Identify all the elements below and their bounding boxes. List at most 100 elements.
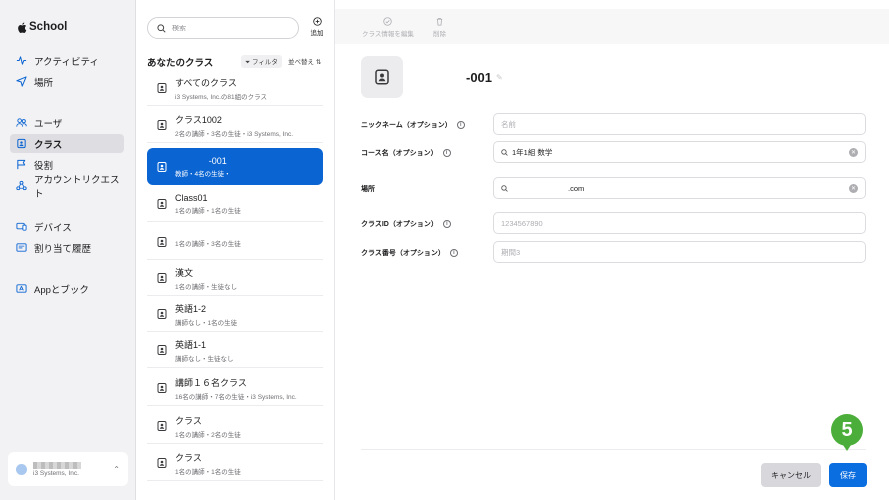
- class-list-item[interactable]: -001 教師・4名の生徒・: [147, 148, 323, 185]
- sidebar-item-assignment-history[interactable]: 割り当て履歴: [10, 238, 124, 257]
- info-icon[interactable]: i: [456, 121, 465, 129]
- step-badge-pointer: [841, 442, 853, 451]
- class-list-item[interactable]: クラス1002 2名の講師・3名の生徒・i3 Systems, Inc.: [147, 108, 323, 143]
- sidebar-item-apps-books[interactable]: Appとブック: [10, 279, 124, 298]
- pencil-icon[interactable]: ✎: [496, 73, 503, 82]
- class-icon: [157, 273, 167, 283]
- class-icon: [157, 458, 167, 468]
- clear-icon[interactable]: ✕: [849, 183, 858, 193]
- sidebar-item-location[interactable]: 場所: [10, 72, 124, 91]
- sort-button[interactable]: 並べ替え ⇅: [288, 56, 321, 66]
- class-title: Class01: [175, 193, 208, 203]
- class-icon: [375, 69, 389, 85]
- class-list-pane: 追加 あなたのクラス ⏷ フィルタ 並べ替え ⇅ すべてのクラス i3 Syste…: [136, 0, 335, 500]
- course-name-field[interactable]: ✕: [493, 141, 866, 163]
- brand-label: School: [29, 21, 68, 33]
- sort-label: 並べ替え: [288, 59, 314, 66]
- apple-logo-icon: [18, 21, 27, 33]
- class-avatar: [361, 56, 403, 98]
- sort-icon: ⇅: [315, 59, 322, 66]
- sidebar-item-devices[interactable]: デバイス: [10, 217, 124, 236]
- sidebar-item-label: デバイス: [34, 222, 72, 234]
- class-number-field[interactable]: [493, 241, 866, 263]
- search-field[interactable]: [147, 17, 299, 39]
- class-list-item[interactable]: クラス 1名の講師・1名の生徒: [147, 446, 323, 481]
- clear-icon[interactable]: ✕: [849, 147, 858, 157]
- list-title: あなたのクラス: [147, 58, 214, 69]
- class-id-label: クラスID（オプション） i: [361, 219, 451, 229]
- class-subtitle: 1名の講師・1名の生徒: [175, 208, 241, 215]
- class-icon: [157, 421, 167, 431]
- class-list-item[interactable]: 1名の講師・3名の生徒: [147, 225, 323, 260]
- footer-divider: [361, 449, 866, 450]
- class-subtitle: 1名の講師・2名の生徒: [175, 431, 241, 439]
- cancel-button[interactable]: キャンセル: [761, 463, 821, 487]
- avatar: [16, 463, 27, 475]
- class-icon: [157, 161, 167, 172]
- history-icon: [16, 243, 27, 252]
- class-icon: [157, 199, 167, 209]
- nickname-field[interactable]: [493, 113, 866, 135]
- class-title: クラス1002: [175, 114, 222, 125]
- course-name-input[interactable]: [512, 147, 845, 157]
- search-input[interactable]: [172, 24, 282, 32]
- location-icon: [16, 76, 27, 87]
- flag-icon: [17, 159, 26, 170]
- brand: School: [17, 21, 67, 33]
- sidebar-item-activity[interactable]: アクティビティ: [10, 51, 124, 70]
- nickname-label: ニックネーム（オプション） i: [361, 120, 465, 130]
- account-switcher[interactable]: i3 Systems, Inc. ⌃: [8, 452, 128, 486]
- class-name-heading[interactable]: -001 ✎: [466, 70, 503, 85]
- class-list-item[interactable]: 漢文 1名の講師・生徒なし: [147, 261, 323, 296]
- save-button[interactable]: 保存: [829, 463, 867, 487]
- class-subtitle: i3 Systems, Inc.の81組のクラス: [175, 93, 267, 101]
- class-subtitle: 教師・4名の生徒・: [175, 170, 231, 178]
- add-class-button[interactable]: 追加: [308, 17, 326, 37]
- sidebar-item-classes[interactable]: クラス: [10, 134, 124, 153]
- class-list-item[interactable]: 英語1-2 講師なし・1名の生徒: [147, 297, 323, 332]
- account-request-icon: [16, 180, 27, 191]
- class-number-input[interactable]: [501, 247, 858, 257]
- info-icon[interactable]: i: [442, 220, 451, 228]
- users-icon: [16, 118, 27, 127]
- class-list-item[interactable]: すべてのクラス i3 Systems, Inc.の81組のクラス: [147, 71, 323, 106]
- location-input[interactable]: [512, 183, 845, 193]
- account-name-redacted: [33, 461, 81, 469]
- filter-label: フィルタ: [252, 59, 278, 66]
- plus-circle-icon: [312, 17, 322, 26]
- add-label: 追加: [310, 30, 324, 37]
- sidebar-item-label: 割り当て履歴: [34, 243, 92, 255]
- filter-button[interactable]: ⏷ フィルタ: [241, 55, 282, 68]
- class-list-item[interactable]: 講師１６名クラス 16名の講師・7名の生徒・i3 Systems, Inc.: [147, 371, 323, 406]
- class-list-item[interactable]: Class01 1名の講師・1名の生徒: [147, 187, 323, 222]
- sidebar-item-account-requests[interactable]: アカウントリクエスト: [10, 175, 124, 200]
- class-subtitle: 講師なし・1名の生徒: [175, 319, 238, 327]
- search-icon: [157, 23, 166, 33]
- class-title: -001: [208, 155, 227, 166]
- checkmark-circle-icon: [383, 17, 393, 26]
- class-subtitle: 1名の講師・生徒なし: [175, 283, 238, 291]
- sidebar-item-users[interactable]: ユーザ: [10, 113, 124, 132]
- class-icon: [157, 237, 167, 247]
- info-icon[interactable]: i: [442, 149, 451, 157]
- class-icon: [157, 309, 167, 319]
- class-list-item[interactable]: 英語1-1 講師なし・生徒なし: [147, 333, 323, 368]
- delete-class-button[interactable]: 削除: [433, 17, 446, 38]
- course-name-label: コース名（オプション） i: [361, 148, 451, 158]
- nickname-input[interactable]: [501, 119, 858, 129]
- search-icon: [501, 184, 508, 192]
- class-id-field[interactable]: [493, 212, 866, 234]
- class-icon: [157, 83, 167, 93]
- class-subtitle: 2名の講師・3名の生徒・i3 Systems, Inc.: [175, 130, 294, 138]
- edit-class-button[interactable]: クラス情報を編集: [362, 17, 414, 38]
- class-title: クラス: [175, 415, 202, 426]
- class-id-input[interactable]: [501, 218, 858, 228]
- class-title: 英語1-2: [175, 303, 207, 314]
- location-field[interactable]: ✕: [493, 177, 866, 199]
- class-icon: [157, 345, 167, 355]
- sidebar-item-label: ユーザ: [34, 118, 63, 130]
- class-list-item[interactable]: クラス 1名の講師・2名の生徒: [147, 409, 323, 444]
- info-icon[interactable]: i: [449, 249, 458, 257]
- search-icon: [501, 148, 508, 156]
- class-subtitle: 1名の講師・3名の生徒: [175, 241, 241, 248]
